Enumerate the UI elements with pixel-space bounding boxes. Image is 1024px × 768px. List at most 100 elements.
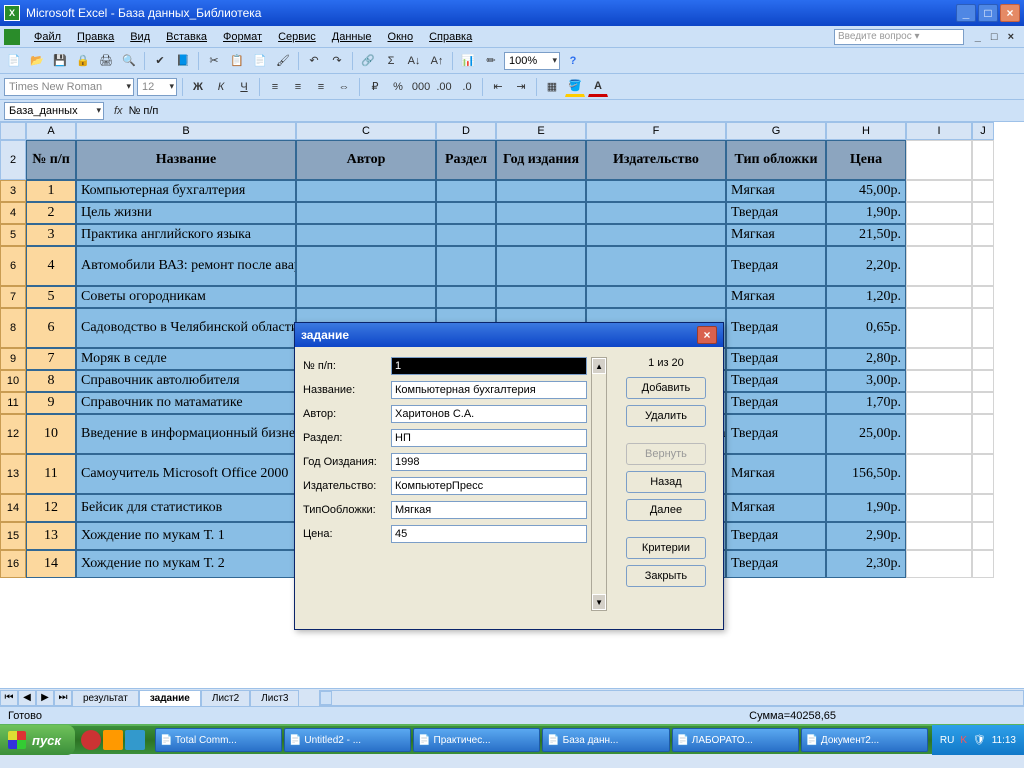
cell-price[interactable]: 45,00р.	[826, 180, 906, 202]
sheet-nav-first-icon[interactable]: ⏮	[0, 690, 18, 706]
table-header[interactable]: Год издания	[496, 140, 586, 180]
cell-author[interactable]	[296, 286, 436, 308]
language-indicator[interactable]: RU	[940, 735, 954, 746]
cell[interactable]	[972, 550, 994, 578]
row-head[interactable]: 8	[0, 308, 26, 348]
col-head-A[interactable]: A	[26, 122, 76, 140]
autosum-icon[interactable]: Σ	[381, 51, 401, 71]
cell-price[interactable]: 25,00р.	[826, 414, 906, 454]
sort-asc-icon[interactable]: A↓	[404, 51, 424, 71]
cell-name[interactable]: Советы огородникам	[76, 286, 296, 308]
cell-year[interactable]	[496, 286, 586, 308]
cell-price[interactable]: 3,00р.	[826, 370, 906, 392]
doc-restore-button[interactable]: □	[987, 31, 1002, 43]
maximize-button[interactable]: □	[978, 4, 998, 22]
sort-desc-icon[interactable]: A↑	[427, 51, 447, 71]
bold-icon[interactable]: Ж	[188, 77, 208, 97]
cell[interactable]	[972, 370, 994, 392]
cell[interactable]	[906, 348, 972, 370]
row-head[interactable]: 12	[0, 414, 26, 454]
cell[interactable]	[972, 180, 994, 202]
sheet-nav-prev-icon[interactable]: ◀	[18, 690, 36, 706]
cell-section[interactable]	[436, 246, 496, 286]
tray-clock[interactable]: 11:13	[992, 735, 1016, 746]
sheet-nav-next-icon[interactable]: ▶	[36, 690, 54, 706]
decrease-indent-icon[interactable]: ⇤	[488, 77, 508, 97]
cell[interactable]	[972, 392, 994, 414]
cell[interactable]	[972, 224, 994, 246]
cell-name[interactable]: Введение в информационный бизнес	[76, 414, 296, 454]
table-header[interactable]: Тип обложки	[726, 140, 826, 180]
cell-publisher[interactable]	[586, 246, 726, 286]
cell-year[interactable]	[496, 246, 586, 286]
cell-cover[interactable]: Мягкая	[726, 180, 826, 202]
row-head[interactable]: 7	[0, 286, 26, 308]
cell-name[interactable]: Практика английского языка	[76, 224, 296, 246]
cell[interactable]	[972, 494, 994, 522]
cell[interactable]	[906, 308, 972, 348]
col-head-G[interactable]: G	[726, 122, 826, 140]
undo-icon[interactable]: ↶	[304, 51, 324, 71]
scroll-down-icon[interactable]: ▼	[592, 594, 606, 610]
open-icon[interactable]: 📂	[27, 51, 47, 71]
spelling-icon[interactable]: ✔	[150, 51, 170, 71]
cell-name[interactable]: Бейсик для статистиков	[76, 494, 296, 522]
menu-правка[interactable]: Правка	[69, 29, 122, 45]
italic-icon[interactable]: К	[211, 77, 231, 97]
help-icon[interactable]: ?	[563, 51, 583, 71]
taskbar-task[interactable]: 📄 Документ2...	[801, 728, 928, 752]
cell[interactable]	[906, 392, 972, 414]
row-head[interactable]: 4	[0, 202, 26, 224]
menu-справка[interactable]: Справка	[421, 29, 480, 45]
cell-cover[interactable]: Твердая	[726, 348, 826, 370]
cell-name[interactable]: Справочник автолюбителя	[76, 370, 296, 392]
fill-color-icon[interactable]: 🪣	[565, 77, 585, 97]
doc-minimize-button[interactable]: _	[971, 31, 985, 43]
menu-окно[interactable]: Окно	[380, 29, 422, 45]
cell[interactable]	[972, 522, 994, 550]
cell-price[interactable]: 0,65р.	[826, 308, 906, 348]
cell[interactable]	[972, 348, 994, 370]
cell-price[interactable]: 21,50р.	[826, 224, 906, 246]
sheet-tab-задание[interactable]: задание	[139, 690, 201, 706]
table-header[interactable]: Название	[76, 140, 296, 180]
col-head-J[interactable]: J	[972, 122, 994, 140]
form-input-4[interactable]	[391, 453, 587, 471]
cell[interactable]	[972, 414, 994, 454]
cell-num[interactable]: 5	[26, 286, 76, 308]
col-head-B[interactable]: B	[76, 122, 296, 140]
row-head[interactable]: 2	[0, 140, 26, 180]
cell-section[interactable]	[436, 224, 496, 246]
permissions-icon[interactable]: 🔒	[73, 51, 93, 71]
cell[interactable]	[972, 454, 994, 494]
cell[interactable]	[906, 140, 972, 180]
cell-num[interactable]: 11	[26, 454, 76, 494]
drawing-icon[interactable]: ✏	[481, 51, 501, 71]
redo-icon[interactable]: ↷	[327, 51, 347, 71]
cell[interactable]	[906, 550, 972, 578]
help-search-box[interactable]: Введите вопрос ▾	[834, 29, 964, 45]
cell-publisher[interactable]	[586, 286, 726, 308]
cell[interactable]	[906, 494, 972, 522]
form-input-3[interactable]	[391, 429, 587, 447]
spreadsheet-grid[interactable]: ABCDEFGHIJ 2№ п/пНазваниеАвторРазделГод …	[0, 122, 1024, 688]
new-icon[interactable]: 📄	[4, 51, 24, 71]
table-header[interactable]: Раздел	[436, 140, 496, 180]
horizontal-scrollbar[interactable]	[319, 690, 1024, 706]
cell-year[interactable]	[496, 224, 586, 246]
taskbar-task[interactable]: 📄 ЛАБОРАТО...	[672, 728, 799, 752]
tray-av-icon[interactable]: K	[960, 735, 967, 746]
form-input-7[interactable]	[391, 525, 587, 543]
copy-icon[interactable]: 📋	[227, 51, 247, 71]
currency-icon[interactable]: ₽	[365, 77, 385, 97]
dialog-button-Далее[interactable]: Далее	[626, 499, 706, 521]
cell-num[interactable]: 13	[26, 522, 76, 550]
cell[interactable]	[906, 246, 972, 286]
cell-author[interactable]	[296, 246, 436, 286]
cell-year[interactable]	[496, 202, 586, 224]
row-head[interactable]: 5	[0, 224, 26, 246]
cell[interactable]	[972, 286, 994, 308]
cell-cover[interactable]: Твердая	[726, 392, 826, 414]
scroll-up-icon[interactable]: ▲	[592, 358, 606, 374]
cell[interactable]	[972, 202, 994, 224]
